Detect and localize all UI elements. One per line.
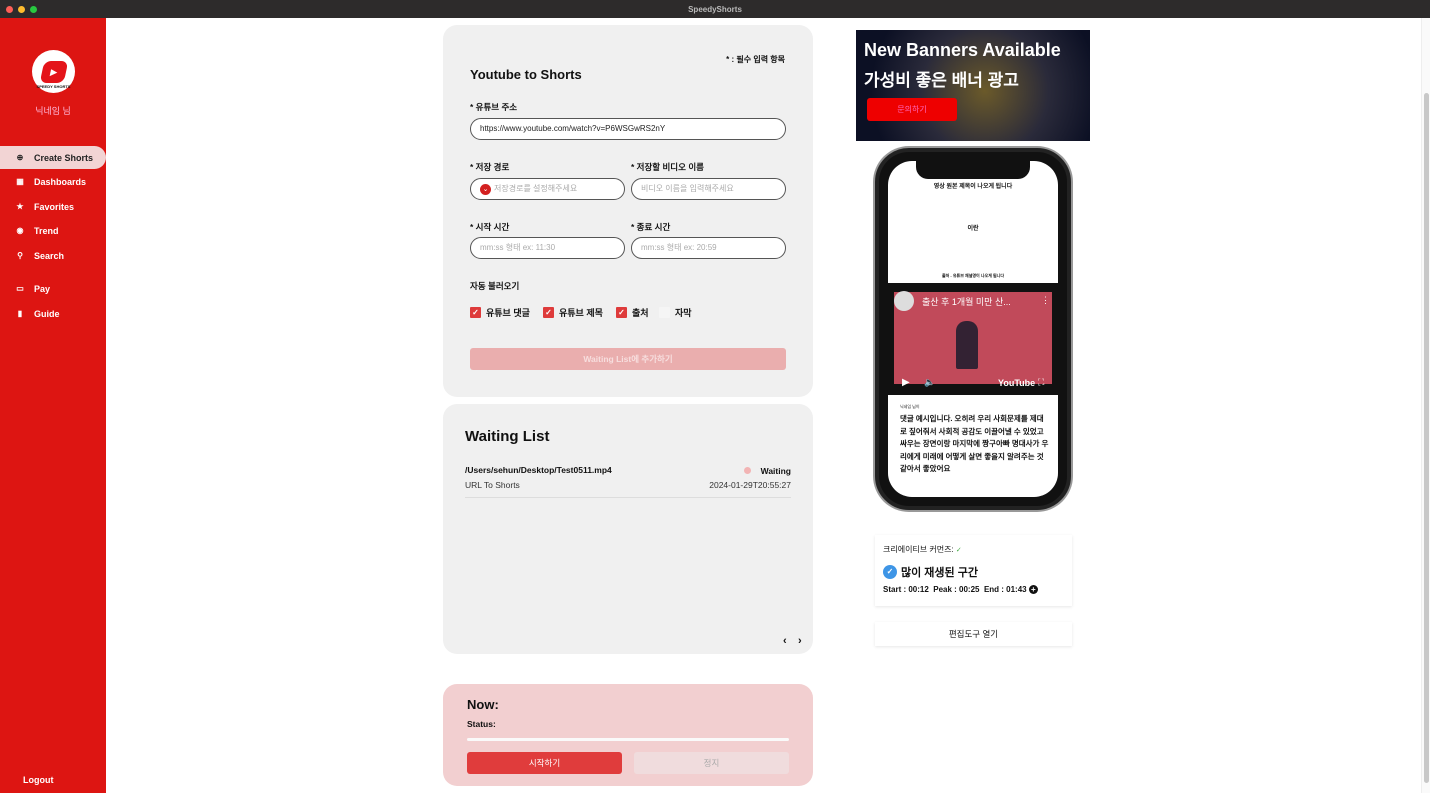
verified-icon: ✓ [883,565,897,579]
app-logo: ▶ SPEEDY SHORTS [32,50,75,93]
waiting-list-panel: Waiting List /Users/sehun/Desktop/Test05… [443,404,813,654]
add-icon[interactable]: + [1028,585,1038,594]
section-title: 많이 재생된 구간 [901,567,978,579]
chevron-down-icon[interactable]: ⌄ [480,184,491,195]
more-icon[interactable]: ⋮ [1041,295,1050,306]
stop-button[interactable]: 정지 [634,752,789,774]
checkbox-subtitle[interactable]: 자막 [659,306,692,319]
open-editor-button[interactable]: 편집도구 열기 [875,622,1072,646]
check-icon: ✓ [955,547,962,554]
youtube-video-player[interactable]: 출산 후 1개월 미만 산... ⋮ ▶ 🔈 YouTube ⛶ [888,283,1058,395]
sidebar-item-search[interactable]: ⚲ Search [0,244,106,267]
item-path: /Users/sehun/Desktop/Test0511.mp4 [465,465,612,475]
card-icon: ▭ [16,284,24,293]
item-type: URL To Shorts [465,480,520,490]
required-note: * : 필수 입력 항목 [726,55,785,64]
next-page-button[interactable]: › [798,635,802,647]
checkbox-source[interactable]: ✓ 출처 [616,306,649,319]
comment-author: 닉네임 님이 [900,404,920,409]
sidebar: ▶ SPEEDY SHORTS 닉네임 님 ⊕ Create Shorts ▦ Das… [0,18,106,793]
sidebar-item-trend[interactable]: ◉ Trend [0,219,106,242]
checkbox-unchecked-icon [659,307,670,318]
preview-title: 영상 원본 제목이 나오게 됩니다 [933,184,1013,190]
title-bar: SpeedyShorts [0,0,1430,18]
scrollbar[interactable] [1421,18,1430,793]
zoom-window-button[interactable] [30,6,37,13]
end-time-label: * 종료 시간 [631,222,671,232]
checkbox-comment[interactable]: ✓ 유튜브 댓글 [470,306,530,319]
play-icon[interactable]: ▶ [902,377,910,388]
minimize-window-button[interactable] [18,6,25,13]
logout-button[interactable]: Logout [23,775,54,785]
video-title: 출산 후 1개월 미만 산... [922,297,1011,307]
star-icon: ★ [16,202,24,211]
inquiry-button[interactable]: 문의하기 [867,98,957,121]
start-time-label: * 시작 시간 [470,222,510,232]
fullscreen-icon[interactable]: ⛶ [1038,377,1044,388]
banner-subheadline: 가성비 좋은 배너 광고 [864,71,1019,90]
youtube-to-shorts-form: * : 필수 입력 항목 Youtube to Shorts * 유튜브 주소 … [443,25,813,397]
checkbox-checked-icon: ✓ [470,307,481,318]
path-label: * 저장 경로 [470,162,510,172]
now-panel: Now: Status: 시작하기 정지 [443,684,813,786]
status-dot-icon [744,467,751,474]
search-icon: ⚲ [17,251,23,260]
video-name-label: * 저장할 비디오 이름 [631,162,704,172]
book-icon: ▮ [17,309,23,318]
form-title: Youtube to Shorts [470,67,582,82]
preview-source: 출처 - 유튜브 채널명이 나오게 됩니다 [941,273,1005,278]
comment-text: 댓글 예시입니다. 오히려 우리 사회문제를 제대로 짚어줘서 사회적 공감도 … [900,414,1049,473]
checkbox-title[interactable]: ✓ 유튜브 제목 [543,306,603,319]
sidebar-item-guide[interactable]: ▮ Guide [0,302,106,325]
now-title: Now: [467,697,499,712]
video-name-input[interactable]: 비디오 이름을 입력해주세요 [631,178,786,200]
preview-middle-text: 이란 [967,226,979,232]
video-thumbnail [956,321,978,369]
status-badge: Waiting [760,466,791,476]
window-title: SpeedyShorts [688,5,742,14]
sidebar-item-create-shorts[interactable]: ⊕ Create Shorts [0,146,106,169]
add-to-waiting-list-button[interactable]: Waiting List에 추가하기 [470,348,786,370]
url-label: * 유튜브 주소 [470,102,518,112]
waiting-list-title: Waiting List [465,428,550,445]
progress-bar [467,738,789,741]
creative-commons-info: 크리에이티브 커먼즈: ✓ ✓ 많이 재생된 구간 Start : 00:12 P… [875,535,1072,606]
close-window-button[interactable] [6,6,13,13]
save-path-input[interactable]: ⌄ 저장경로를 설정해주세요 [470,178,625,200]
waiting-list-item[interactable]: /Users/sehun/Desktop/Test0511.mp4 URL To… [465,464,791,498]
nickname: 닉네임 님 [35,106,71,116]
checkbox-checked-icon: ✓ [543,307,554,318]
volume-icon[interactable]: 🔈 [924,377,935,388]
segment-times: Start : 00:12 Peak : 00:25 End : 01:43 [883,585,1027,594]
auto-load-label: 자동 불러오기 [470,281,520,291]
dashboard-icon: ▦ [16,177,24,186]
start-button[interactable]: 시작하기 [467,752,622,774]
banner-headline: New Banners Available [864,40,1061,60]
checkbox-checked-icon: ✓ [616,307,627,318]
status-label: Status: [467,719,496,729]
end-time-input[interactable]: mm:ss 형태 ex: 20:59 [631,237,786,259]
cc-label: 크리에이티브 커먼즈: [883,545,954,554]
ad-banner[interactable]: New Banners Available 가성비 좋은 배너 광고 문의하기 [856,30,1090,141]
youtube-url-input[interactable]: https://www.youtube.com/watch?v=P6WSGwRS… [470,118,786,140]
phone-preview: 영상 원본 제목이 나오게 됩니다 이란 출처 - 유튜브 채널명이 나오게 됩… [875,148,1071,510]
start-time-input[interactable]: mm:ss 형태 ex: 11:30 [470,237,625,259]
item-timestamp: 2024-01-29T20:55:27 [709,480,791,490]
youtube-logo: YouTube [998,378,1036,388]
sidebar-item-pay[interactable]: ▭ Pay [0,277,106,300]
sidebar-item-dashboards[interactable]: ▦ Dashboards [0,170,106,193]
compass-icon: ◉ [16,226,24,235]
sidebar-item-favorites[interactable]: ★ Favorites [0,195,106,218]
plus-circle-icon: ⊕ [16,153,24,162]
prev-page-button[interactable]: ‹ [783,635,787,647]
